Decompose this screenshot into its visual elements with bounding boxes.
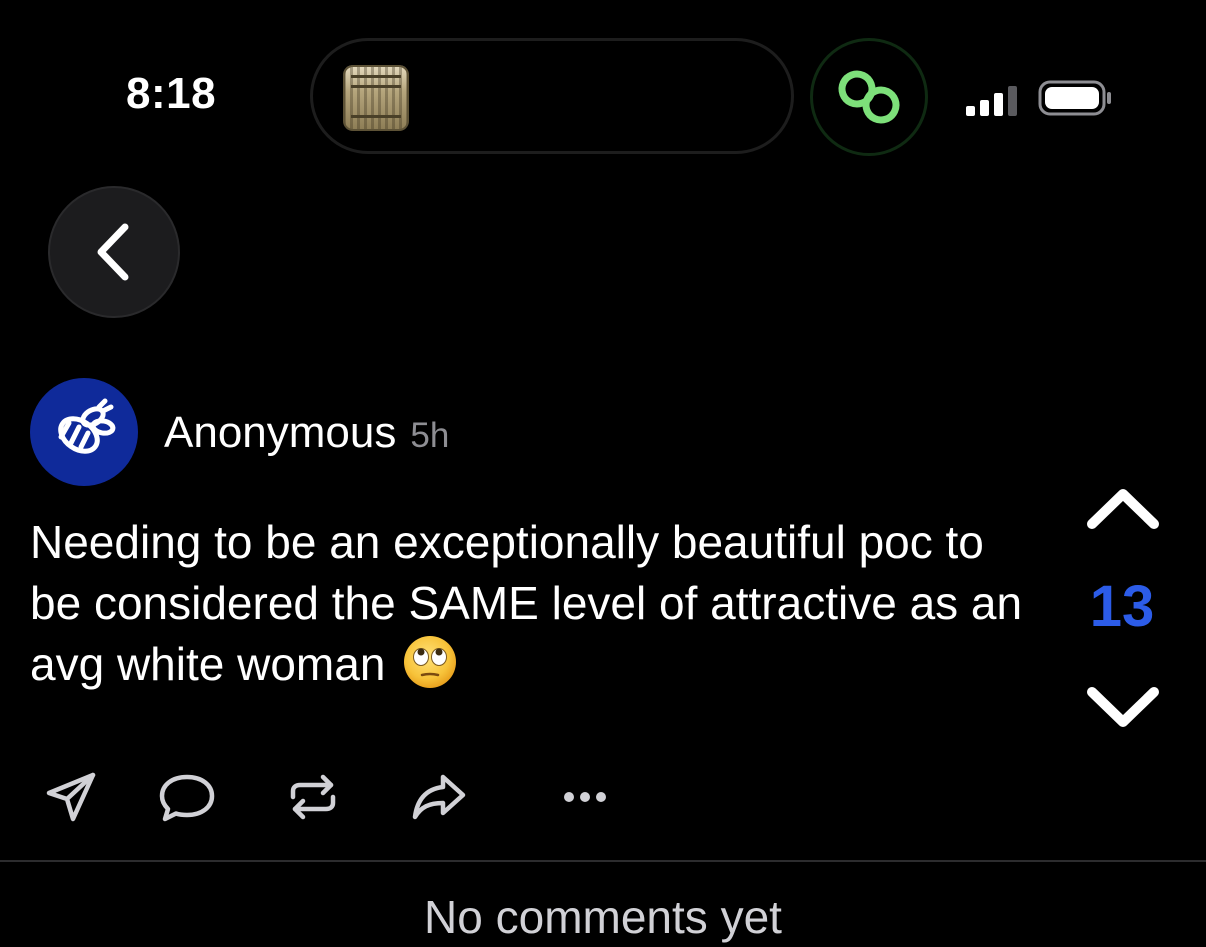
rolling-eyes-emoji-icon [404,636,457,688]
dynamic-island[interactable] [310,38,794,154]
downvote-button[interactable] [1082,680,1164,736]
empty-comments-message: No comments yet [424,891,782,943]
back-button[interactable] [48,186,180,318]
comment-button[interactable] [152,762,222,832]
now-playing-artwork [343,65,409,131]
send-button[interactable] [36,762,106,832]
comments-divider [0,860,1206,862]
app-screen: 8:18 Anonymous 5h Needing to be an excep… [0,0,1206,947]
repost-icon [290,774,336,820]
ellipsis-icon [564,792,606,802]
bee-icon [58,398,116,454]
speech-bubble-icon [159,774,215,822]
battery-icon [1038,80,1111,116]
share-arrow-icon [412,774,466,820]
more-options-button[interactable] [550,762,620,832]
vote-count: 13 [1089,574,1155,639]
post-text: Needing to be an exceptionally beautiful… [30,516,1023,690]
post-timestamp: 5h [410,416,450,455]
chevron-left-icon [97,223,129,281]
post-author-row: Anonymous 5h [164,408,449,458]
avatar[interactable] [30,378,138,486]
author-name[interactable]: Anonymous [164,408,396,458]
signal-strength-icon [966,86,1017,116]
post-body: Needing to be an exceptionally beautiful… [30,512,1030,695]
repost-button[interactable] [278,762,348,832]
status-time: 8:18 [126,69,217,118]
link-icon[interactable] [810,38,928,156]
share-button[interactable] [404,762,474,832]
post-actions-bar [30,762,670,832]
upvote-button[interactable] [1082,480,1164,536]
paper-plane-icon [46,772,96,822]
